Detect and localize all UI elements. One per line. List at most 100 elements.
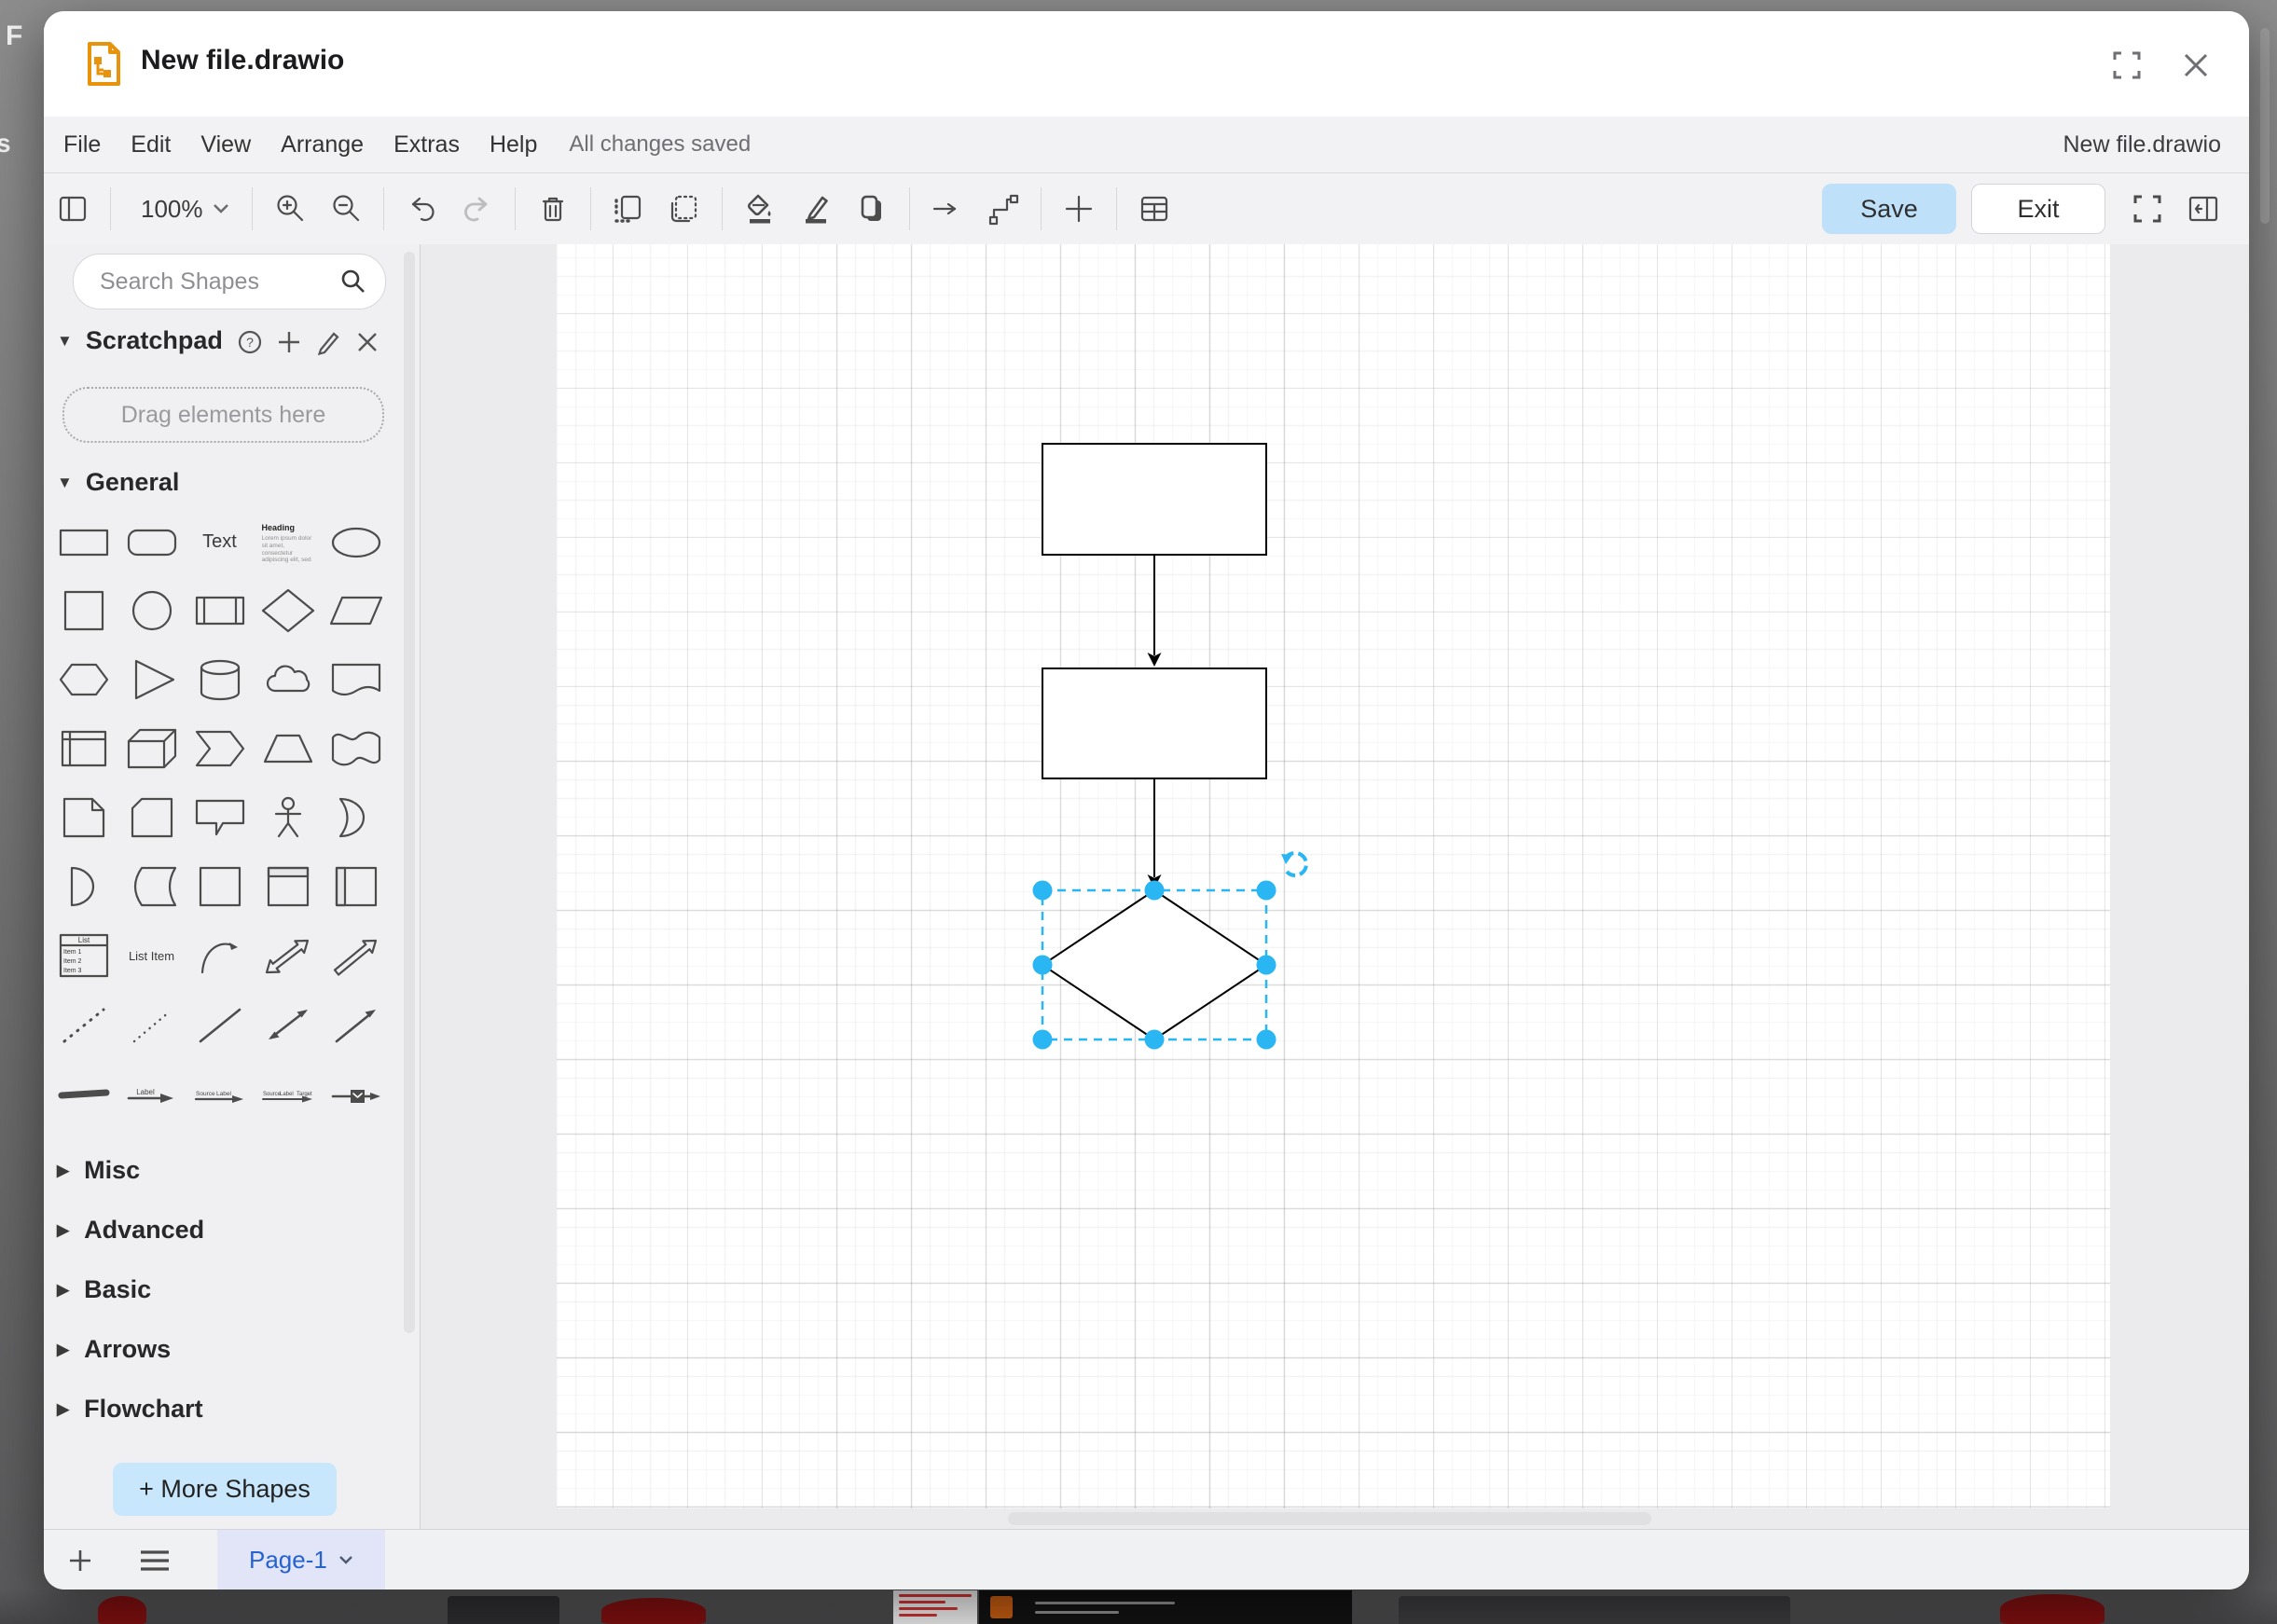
shape-text[interactable]: Text [186, 507, 254, 576]
shape-curve[interactable] [186, 921, 254, 990]
undo-icon[interactable] [400, 187, 443, 230]
scratchpad-dropzone[interactable]: Drag elements here [62, 387, 384, 443]
shape-or[interactable] [322, 783, 390, 852]
section-basic[interactable]: ▶ Basic [57, 1275, 151, 1304]
shape-tape[interactable] [322, 714, 390, 783]
shape-vertical-container[interactable] [254, 852, 322, 921]
section-flowchart[interactable]: ▶ Flowchart [57, 1395, 203, 1424]
shape-arrow[interactable] [322, 921, 390, 990]
flow-rectangle-1[interactable] [1042, 444, 1266, 555]
section-misc[interactable]: ▶ Misc [57, 1156, 140, 1185]
shape-cloud[interactable] [254, 645, 322, 714]
window-close-button[interactable] [2175, 45, 2216, 86]
canvas-horizontal-scrollbar[interactable] [1008, 1512, 1651, 1525]
shape-ellipse[interactable] [322, 507, 390, 576]
shape-list[interactable]: ListItem 1Item 2Item 3 [49, 921, 117, 990]
redo-icon[interactable] [456, 187, 499, 230]
menu-view[interactable]: View [200, 131, 251, 158]
selection-handle-se[interactable] [1257, 1030, 1276, 1050]
sidebar-scrollbar[interactable] [404, 252, 415, 1333]
search-shapes-box[interactable] [73, 254, 386, 310]
selection-handle-sw[interactable] [1033, 1030, 1053, 1050]
selection-handle-n[interactable] [1145, 881, 1165, 901]
delete-icon[interactable] [531, 187, 574, 230]
selection-handle-e[interactable] [1257, 956, 1276, 975]
window-fullscreen-button[interactable] [2106, 45, 2147, 86]
shape-parallelogram[interactable] [322, 576, 390, 645]
section-general[interactable]: ▼ General [57, 468, 179, 497]
pages-menu-icon[interactable] [131, 1537, 178, 1584]
selection-handle-w[interactable] [1033, 956, 1053, 975]
insert-icon[interactable] [1057, 187, 1100, 230]
line-color-icon[interactable] [794, 187, 837, 230]
shape-triangle[interactable] [117, 645, 186, 714]
waypoints-icon[interactable] [982, 187, 1025, 230]
shape-textbox[interactable]: HeadingLorem ipsum dolor sit amet, conse… [254, 507, 322, 576]
scratchpad-header[interactable]: ▼ Scratchpad [57, 326, 223, 355]
menu-extras[interactable]: Extras [393, 131, 460, 158]
menu-edit[interactable]: Edit [131, 131, 171, 158]
flow-arrow-2[interactable] [1148, 778, 1162, 888]
menu-arrange[interactable]: Arrange [281, 131, 364, 158]
shape-rectangle[interactable] [49, 507, 117, 576]
shape-dashed-line[interactable] [49, 990, 117, 1059]
toggle-left-panel-icon[interactable] [51, 187, 94, 230]
diagram-canvas[interactable] [421, 244, 2249, 1529]
selection-handle-s[interactable] [1145, 1030, 1165, 1050]
shape-horizontal-container[interactable] [322, 852, 390, 921]
flowchart-diagram[interactable] [557, 244, 2110, 1508]
shape-circle[interactable] [117, 576, 186, 645]
shape-container[interactable] [186, 852, 254, 921]
flow-arrow-1[interactable] [1148, 555, 1162, 667]
exit-button[interactable]: Exit [1971, 184, 2105, 234]
shape-list-item[interactable]: List Item [117, 921, 186, 990]
menu-file[interactable]: File [63, 131, 101, 158]
fullscreen-icon[interactable] [2126, 187, 2169, 230]
zoom-dropdown[interactable]: 100% [141, 195, 229, 224]
to-front-icon[interactable] [607, 187, 650, 230]
shape-rounded-rectangle[interactable] [117, 507, 186, 576]
zoom-out-icon[interactable] [324, 187, 367, 230]
scratchpad-close-icon[interactable] [348, 323, 387, 362]
scratchpad-add-icon[interactable] [269, 323, 309, 362]
shadow-icon[interactable] [850, 187, 893, 230]
shape-arrow-with-label[interactable]: Label [117, 1059, 186, 1128]
shape-directional-connector[interactable] [322, 990, 390, 1059]
drawing-page[interactable] [557, 244, 2110, 1508]
connection-arrow-icon[interactable] [926, 187, 969, 230]
shape-callout[interactable] [186, 783, 254, 852]
shape-trapezoid[interactable] [254, 714, 322, 783]
shape-note[interactable] [49, 783, 117, 852]
shape-data-storage[interactable] [117, 852, 186, 921]
shape-document[interactable] [322, 645, 390, 714]
flow-rectangle-2[interactable] [1042, 668, 1266, 778]
shape-actor[interactable] [254, 783, 322, 852]
zoom-in-icon[interactable] [269, 187, 311, 230]
selection-handle-ne[interactable] [1257, 881, 1276, 901]
scratchpad-help-icon[interactable]: ? [230, 323, 269, 362]
section-arrows[interactable]: ▶ Arrows [57, 1335, 171, 1364]
shape-dotted-line[interactable] [117, 990, 186, 1059]
shape-cube[interactable] [117, 714, 186, 783]
flow-diamond-selected[interactable] [1042, 890, 1266, 1039]
add-page-icon[interactable] [57, 1537, 104, 1584]
to-back-icon[interactable] [663, 187, 706, 230]
shape-link[interactable] [49, 1059, 117, 1128]
search-input[interactable] [98, 268, 335, 296]
scratchpad-edit-icon[interactable] [309, 323, 348, 362]
shape-hexagon[interactable] [49, 645, 117, 714]
section-advanced[interactable]: ▶ Advanced [57, 1216, 204, 1245]
shape-line[interactable] [186, 990, 254, 1059]
fill-color-icon[interactable] [738, 187, 781, 230]
shape-cylinder[interactable] [186, 645, 254, 714]
rotate-handle-icon[interactable] [1281, 853, 1306, 875]
shape-internal-storage[interactable] [49, 714, 117, 783]
shape-arrow-source-label[interactable]: SourceLabel [186, 1059, 254, 1128]
table-icon[interactable] [1133, 187, 1176, 230]
shape-process[interactable] [186, 576, 254, 645]
shape-and[interactable] [49, 852, 117, 921]
more-shapes-button[interactable]: + More Shapes [113, 1463, 337, 1516]
selection-handle-nw[interactable] [1033, 881, 1053, 901]
shape-arrow-source-label-target[interactable]: SourceLabelTarget [254, 1059, 322, 1128]
page-tab[interactable]: Page-1 [217, 1530, 385, 1590]
